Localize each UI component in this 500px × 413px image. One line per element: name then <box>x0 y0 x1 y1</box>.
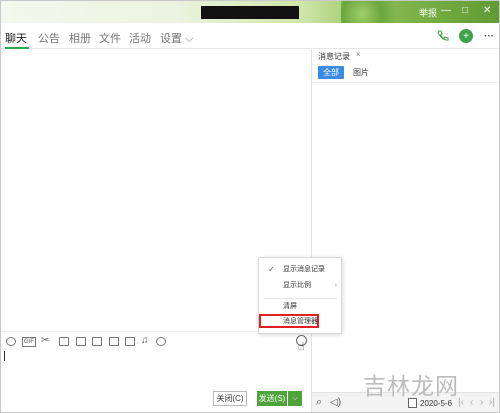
minimize-button[interactable]: — <box>441 5 451 16</box>
last-page-icon[interactable]: ›| <box>489 397 495 408</box>
records-panel: 消息记录 × 全部 图片 ⌕ ◁) 2020-5-6 |‹ ‹ › ›| <box>311 49 499 412</box>
watermark: 吉林龙网 <box>363 374 459 400</box>
tab-album[interactable]: 相册 <box>69 30 91 46</box>
folder-icon[interactable] <box>59 337 69 346</box>
report-link[interactable]: 举报 <box>419 6 437 19</box>
search-icon[interactable]: ⌕ <box>316 396 322 409</box>
screenshot-icon[interactable]: ✂ <box>41 335 49 346</box>
tab-activity[interactable]: 活动 <box>129 30 151 46</box>
more-tools-icon[interactable] <box>156 337 166 346</box>
menu-divider <box>265 298 337 299</box>
skin-decoration <box>341 1 411 23</box>
send-options-button[interactable]: ⌵ <box>288 391 302 406</box>
bell-icon[interactable]: ♫ <box>141 335 149 346</box>
menu-item-show-records[interactable]: ✓ 显示消息记录 <box>259 263 343 277</box>
maximize-button[interactable]: □ <box>462 5 468 16</box>
image-icon[interactable] <box>76 337 86 346</box>
menu-item-clear-screen[interactable]: 清屏 <box>259 300 343 314</box>
tab-files[interactable]: 文件 <box>99 30 121 46</box>
phone-icon[interactable] <box>436 29 450 43</box>
tab-settings[interactable]: 设置 ⌵ <box>160 30 193 46</box>
highlight-box <box>259 314 319 328</box>
chat-toolbar: 聊天 公告 相册 文件 活动 设置 ⌵ <box>1 23 499 49</box>
close-chat-button[interactable]: 关闭(C) <box>213 391 247 406</box>
redacted-title <box>201 6 299 19</box>
send-button[interactable]: 发送(S) <box>257 391 287 406</box>
mouse-cursor-icon: ☝ <box>298 341 305 353</box>
chat-window: 举报 — □ ✕ 聊天 公告 相册 文件 活动 设置 ⌵ + ··· 消息记录 … <box>0 0 500 413</box>
more-icon[interactable]: ··· <box>482 29 496 43</box>
gift-icon[interactable] <box>109 337 119 346</box>
menu-item-display-ratio[interactable]: 显示比例 › <box>259 279 343 293</box>
message-input[interactable] <box>1 351 311 389</box>
tab-chat[interactable]: 聊天 <box>5 30 27 46</box>
red-packet-icon[interactable] <box>125 337 135 346</box>
records-tab[interactable]: 消息记录 <box>318 51 350 62</box>
filter-all-button[interactable]: 全部 <box>318 66 344 79</box>
add-icon[interactable]: + <box>459 29 473 43</box>
gif-icon[interactable]: GIF <box>22 337 36 347</box>
tab-notice[interactable]: 公告 <box>38 30 60 46</box>
input-toolbar: GIF ✂ ♫ <box>1 331 311 351</box>
divider <box>312 82 499 83</box>
prev-page-icon[interactable]: ‹ <box>470 397 473 408</box>
emoji-icon[interactable] <box>6 337 16 346</box>
records-close-button[interactable]: × <box>356 50 361 59</box>
speaker-icon[interactable]: ◁) <box>330 397 341 408</box>
filter-images-button[interactable]: 图片 <box>348 66 374 79</box>
shake-icon[interactable] <box>92 337 102 346</box>
close-window-button[interactable]: ✕ <box>483 5 491 16</box>
title-bar: 举报 — □ ✕ <box>1 1 499 23</box>
next-page-icon[interactable]: › <box>480 397 483 408</box>
check-icon: ✓ <box>268 265 275 274</box>
chevron-right-icon: › <box>334 282 337 289</box>
